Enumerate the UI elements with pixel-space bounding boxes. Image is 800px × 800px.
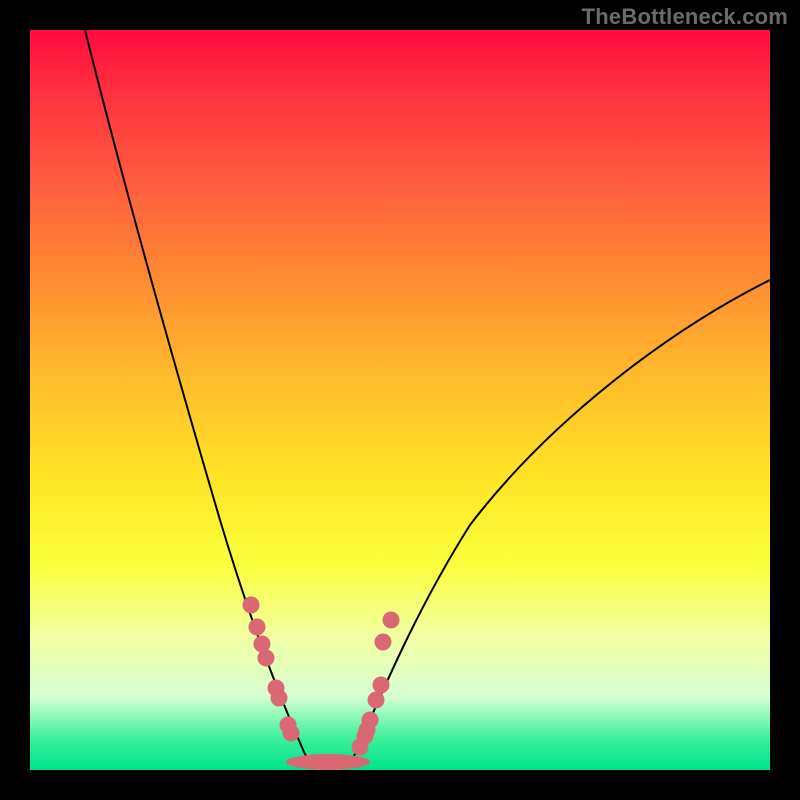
curve-left [85, 30, 310, 765]
markers-group [243, 597, 400, 756]
series-marker [243, 597, 260, 614]
chart-frame: TheBottleneck.com [0, 0, 800, 800]
series-marker [249, 619, 266, 636]
series-marker [258, 650, 275, 667]
series-marker [352, 739, 369, 756]
watermark-text: TheBottleneck.com [582, 4, 788, 30]
series-marker [368, 692, 385, 709]
min-region-blob [286, 754, 370, 770]
series-marker [375, 634, 392, 651]
curve-right [350, 280, 770, 765]
series-marker [383, 612, 400, 629]
series-marker [373, 677, 390, 694]
series-marker [283, 725, 300, 742]
chart-overlay [30, 30, 770, 770]
series-marker [271, 690, 288, 707]
curve-group [85, 30, 770, 765]
